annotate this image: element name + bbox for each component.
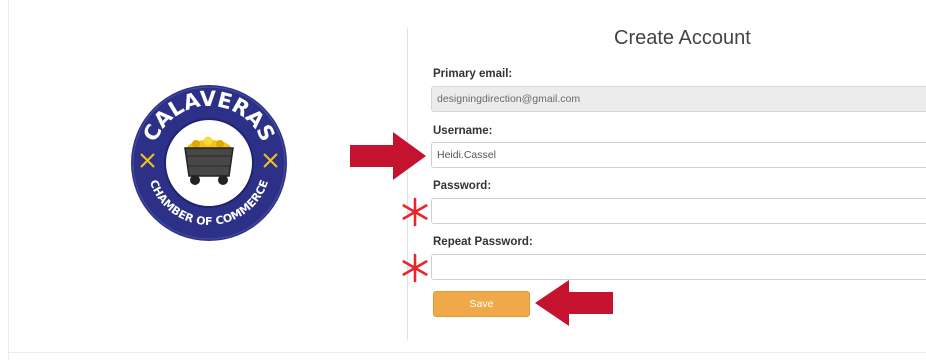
username-field[interactable] xyxy=(431,142,926,168)
repeat-password-field[interactable] xyxy=(431,254,926,280)
calaveras-chamber-logo: CALAVERAS CHAMBER OF COMMERCE xyxy=(131,85,287,241)
repeat-password-label: Repeat Password: xyxy=(433,236,533,248)
username-arrow-icon xyxy=(350,132,426,180)
save-arrow-icon xyxy=(535,280,613,326)
page-title: Create Account xyxy=(614,27,751,49)
repeat-password-required-asterisk-icon xyxy=(402,253,428,283)
left-border xyxy=(8,0,9,360)
save-button[interactable]: Save xyxy=(433,291,530,317)
bottom-border xyxy=(8,352,926,353)
password-label: Password: xyxy=(433,180,492,192)
primary-email-label: Primary email: xyxy=(433,68,513,80)
password-required-asterisk-icon xyxy=(402,197,428,227)
primary-email-field[interactable] xyxy=(431,86,926,112)
vertical-divider xyxy=(407,28,408,340)
username-label: Username: xyxy=(433,125,493,137)
password-field[interactable] xyxy=(431,198,926,224)
